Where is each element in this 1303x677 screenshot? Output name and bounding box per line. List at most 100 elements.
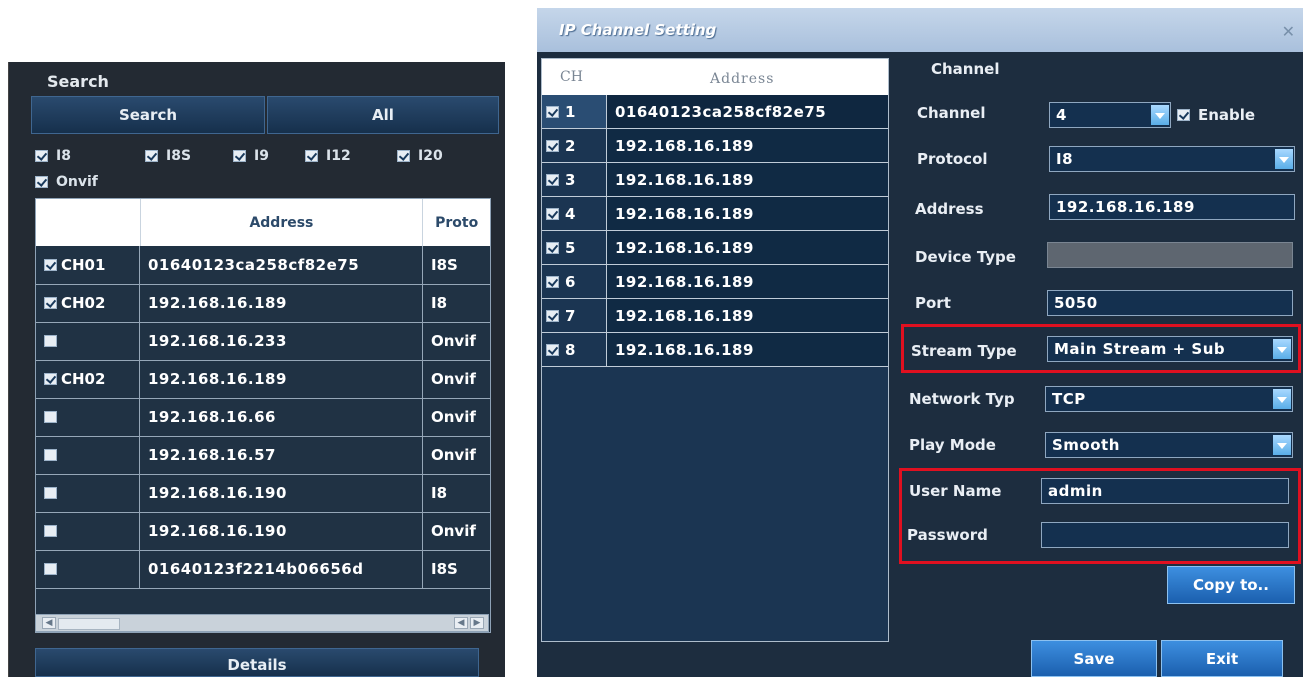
filter-i20[interactable]: I20 xyxy=(397,148,443,164)
filter-i8[interactable]: I8 xyxy=(35,148,71,164)
scroll-thumb[interactable] xyxy=(58,618,120,630)
filter-i12[interactable]: I12 xyxy=(305,148,351,164)
address-input[interactable]: 192.168.16.189 xyxy=(1049,194,1295,220)
channel-list-row[interactable]: 2 192.168.16.189 xyxy=(542,129,888,163)
channel-list-row[interactable]: 4 192.168.16.189 xyxy=(542,197,888,231)
channel-number-cell[interactable]: 2 xyxy=(546,129,606,162)
row-channel-cell[interactable]: CH02 xyxy=(36,360,140,398)
filter-i9[interactable]: I9 xyxy=(233,148,269,164)
protocol-label: Protocol xyxy=(917,150,988,168)
row-protocol: I8S xyxy=(431,560,458,578)
table-row[interactable]: 192.168.16.190 Onvif xyxy=(36,512,490,551)
table-row[interactable]: CH02 192.168.16.189 I8 xyxy=(36,284,490,323)
row-channel-cell[interactable]: CH02 xyxy=(36,284,140,322)
scroll-left-icon[interactable]: ◀ xyxy=(42,617,56,629)
filter-i9-checkbox[interactable] xyxy=(233,150,246,162)
chevron-down-icon[interactable] xyxy=(1273,389,1291,409)
chevron-down-icon[interactable] xyxy=(1151,105,1169,125)
row-address: 192.168.16.66 xyxy=(140,398,423,436)
search-button[interactable]: Search xyxy=(31,96,265,134)
row-checkbox[interactable] xyxy=(44,563,57,575)
table-row[interactable]: 192.168.16.57 Onvif xyxy=(36,436,490,475)
channel-checkbox[interactable] xyxy=(546,105,559,118)
channel-checkbox[interactable] xyxy=(546,275,559,288)
channel-list-row[interactable]: 8 192.168.16.189 xyxy=(542,333,888,367)
channel-number-cell[interactable]: 7 xyxy=(546,299,606,332)
row-checkbox[interactable] xyxy=(44,525,57,537)
filter-i20-checkbox[interactable] xyxy=(397,150,410,162)
row-channel-cell[interactable] xyxy=(36,512,140,550)
filter-i8-checkbox[interactable] xyxy=(35,150,48,162)
filter-i8s[interactable]: I8S xyxy=(145,148,191,164)
row-channel-cell[interactable] xyxy=(36,322,140,360)
save-button[interactable]: Save xyxy=(1031,640,1157,677)
table-row[interactable]: 192.168.16.233 Onvif xyxy=(36,322,490,361)
enable-toggle[interactable]: Enable xyxy=(1177,106,1255,124)
enable-checkbox[interactable] xyxy=(1177,109,1190,121)
header-address: Address xyxy=(710,71,775,87)
play-mode-select[interactable]: Smooth xyxy=(1045,432,1293,458)
channel-number-cell[interactable]: 8 xyxy=(546,333,606,366)
protocol-select[interactable]: I8 xyxy=(1049,146,1295,172)
table-row[interactable]: 192.168.16.190 I8 xyxy=(36,474,490,513)
row-checkbox[interactable] xyxy=(44,487,57,499)
row-protocol: Onvif xyxy=(431,522,476,540)
channel-list-row[interactable]: 6 192.168.16.189 xyxy=(542,265,888,299)
row-channel-cell[interactable] xyxy=(36,398,140,436)
channel-checkbox[interactable] xyxy=(546,207,559,220)
channel-number-cell[interactable]: 5 xyxy=(546,231,606,264)
channel-number-cell[interactable]: 6 xyxy=(546,265,606,298)
table-row[interactable]: 01640123f2214b06656d I8S xyxy=(36,550,490,589)
channel-list-row[interactable]: 3 192.168.16.189 xyxy=(542,163,888,197)
scroll-right-icon[interactable]: ▶ xyxy=(470,617,484,629)
channel-checkbox[interactable] xyxy=(546,173,559,186)
row-checkbox[interactable] xyxy=(44,297,57,309)
port-input[interactable]: 5050 xyxy=(1047,290,1293,316)
channel-list-row[interactable]: 5 192.168.16.189 xyxy=(542,231,888,265)
channel-number-cell[interactable]: 4 xyxy=(546,197,606,230)
table-row[interactable]: 192.168.16.66 Onvif xyxy=(36,398,490,437)
row-address: 01640123f2214b06656d xyxy=(140,550,423,588)
scroll-left-end-icon[interactable]: ◀ xyxy=(454,617,468,629)
row-checkbox[interactable] xyxy=(44,411,57,423)
search-panel-title: Search xyxy=(47,72,109,91)
table-row[interactable]: CH02 192.168.16.189 Onvif xyxy=(36,360,490,399)
row-checkbox[interactable] xyxy=(44,259,57,271)
row-checkbox[interactable] xyxy=(44,335,57,347)
close-icon[interactable]: ✕ xyxy=(1282,22,1295,41)
channel-list-row[interactable]: 7 192.168.16.189 xyxy=(542,299,888,333)
row-channel-cell[interactable] xyxy=(36,550,140,588)
channel-select[interactable]: 4 xyxy=(1049,102,1171,128)
row-protocol: I8 xyxy=(431,484,448,502)
copy-to-button[interactable]: Copy to.. xyxy=(1167,566,1295,604)
channel-number-cell[interactable]: 1 xyxy=(546,95,606,128)
exit-button[interactable]: Exit xyxy=(1161,640,1283,677)
filter-i12-checkbox[interactable] xyxy=(305,150,318,162)
channel-list-row[interactable]: 1 01640123ca258cf82e75 xyxy=(542,95,888,129)
network-type-select[interactable]: TCP xyxy=(1045,386,1293,412)
row-channel-cell[interactable]: CH01 xyxy=(36,246,140,284)
row-address: 192.168.16.57 xyxy=(140,436,423,474)
row-channel-cell[interactable] xyxy=(36,436,140,474)
horizontal-scrollbar[interactable]: ◀ ◀ ▶ xyxy=(35,614,489,632)
row-checkbox[interactable] xyxy=(44,449,57,461)
row-checkbox[interactable] xyxy=(44,373,57,385)
channel-checkbox[interactable] xyxy=(546,241,559,254)
filter-onvif-checkbox[interactable] xyxy=(35,176,48,188)
filter-i8s-checkbox[interactable] xyxy=(145,150,158,162)
channel-checkbox[interactable] xyxy=(546,343,559,356)
channel-checkbox[interactable] xyxy=(546,139,559,152)
details-button[interactable]: Details xyxy=(35,648,479,677)
row-channel-cell[interactable] xyxy=(36,474,140,512)
channel-checkbox[interactable] xyxy=(546,309,559,322)
channel-number-cell[interactable]: 3 xyxy=(546,163,606,196)
chevron-down-icon[interactable] xyxy=(1273,435,1291,455)
row-address: 192.168.16.190 xyxy=(140,474,423,512)
channel-number: 3 xyxy=(565,170,576,189)
chevron-down-icon[interactable] xyxy=(1275,149,1293,169)
credentials-highlight xyxy=(899,468,1301,564)
table-row[interactable]: CH01 01640123ca258cf82e75 I8S xyxy=(36,246,490,285)
channel-number: 8 xyxy=(565,340,576,359)
filter-onvif[interactable]: Onvif xyxy=(35,174,98,190)
all-button[interactable]: All xyxy=(267,96,499,134)
